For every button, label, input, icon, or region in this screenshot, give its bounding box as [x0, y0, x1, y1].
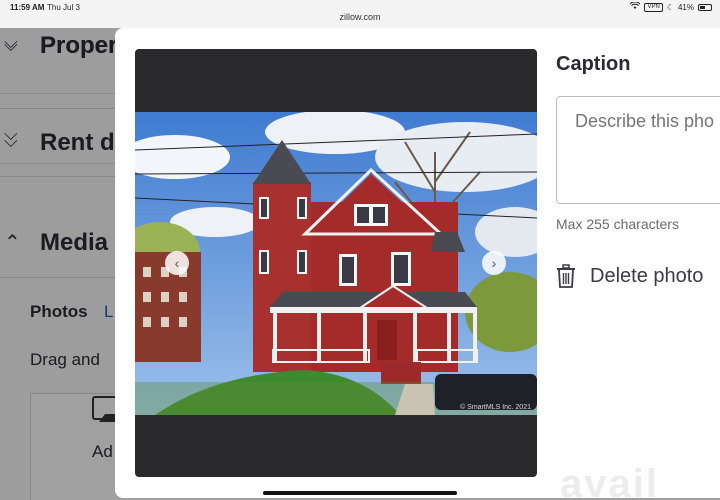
battery-percent: 41% — [677, 2, 694, 12]
wifi-icon — [630, 1, 641, 12]
chevron-left-icon: ‹ — [174, 255, 180, 271]
char-limit-text: Max 255 characters — [556, 216, 679, 232]
trash-icon — [556, 264, 576, 288]
chevron-right-icon: › — [491, 255, 497, 271]
browser-url[interactable]: zillow.com — [0, 12, 720, 22]
photo-viewer: © SmartMLS Inc. 2021 ‹ › — [135, 49, 537, 477]
vpn-badge: VPN — [644, 2, 663, 12]
photo-modal: © SmartMLS Inc. 2021 ‹ › Caption Max 255… — [115, 28, 720, 498]
next-photo-button[interactable]: › — [482, 251, 506, 275]
status-date: Thu Jul 3 — [47, 3, 80, 12]
battery-icon — [698, 3, 712, 11]
listing-photo: © SmartMLS Inc. 2021 — [135, 112, 537, 415]
prev-photo-button[interactable]: ‹ — [165, 251, 189, 275]
home-indicator[interactable] — [263, 491, 457, 495]
moon-icon: ☾ — [666, 2, 674, 12]
caption-heading: Caption — [556, 53, 631, 75]
status-indicators: VPN ☾ 41% — [630, 1, 712, 12]
delete-photo-label: Delete photo — [590, 264, 704, 287]
avail-logo: avail — [560, 462, 659, 500]
caption-input[interactable] — [556, 96, 720, 204]
photo-watermark: © SmartMLS Inc. 2021 — [460, 404, 531, 411]
status-time: 11:59 AM — [10, 3, 45, 12]
delete-photo-button[interactable]: Delete photo — [556, 264, 703, 288]
